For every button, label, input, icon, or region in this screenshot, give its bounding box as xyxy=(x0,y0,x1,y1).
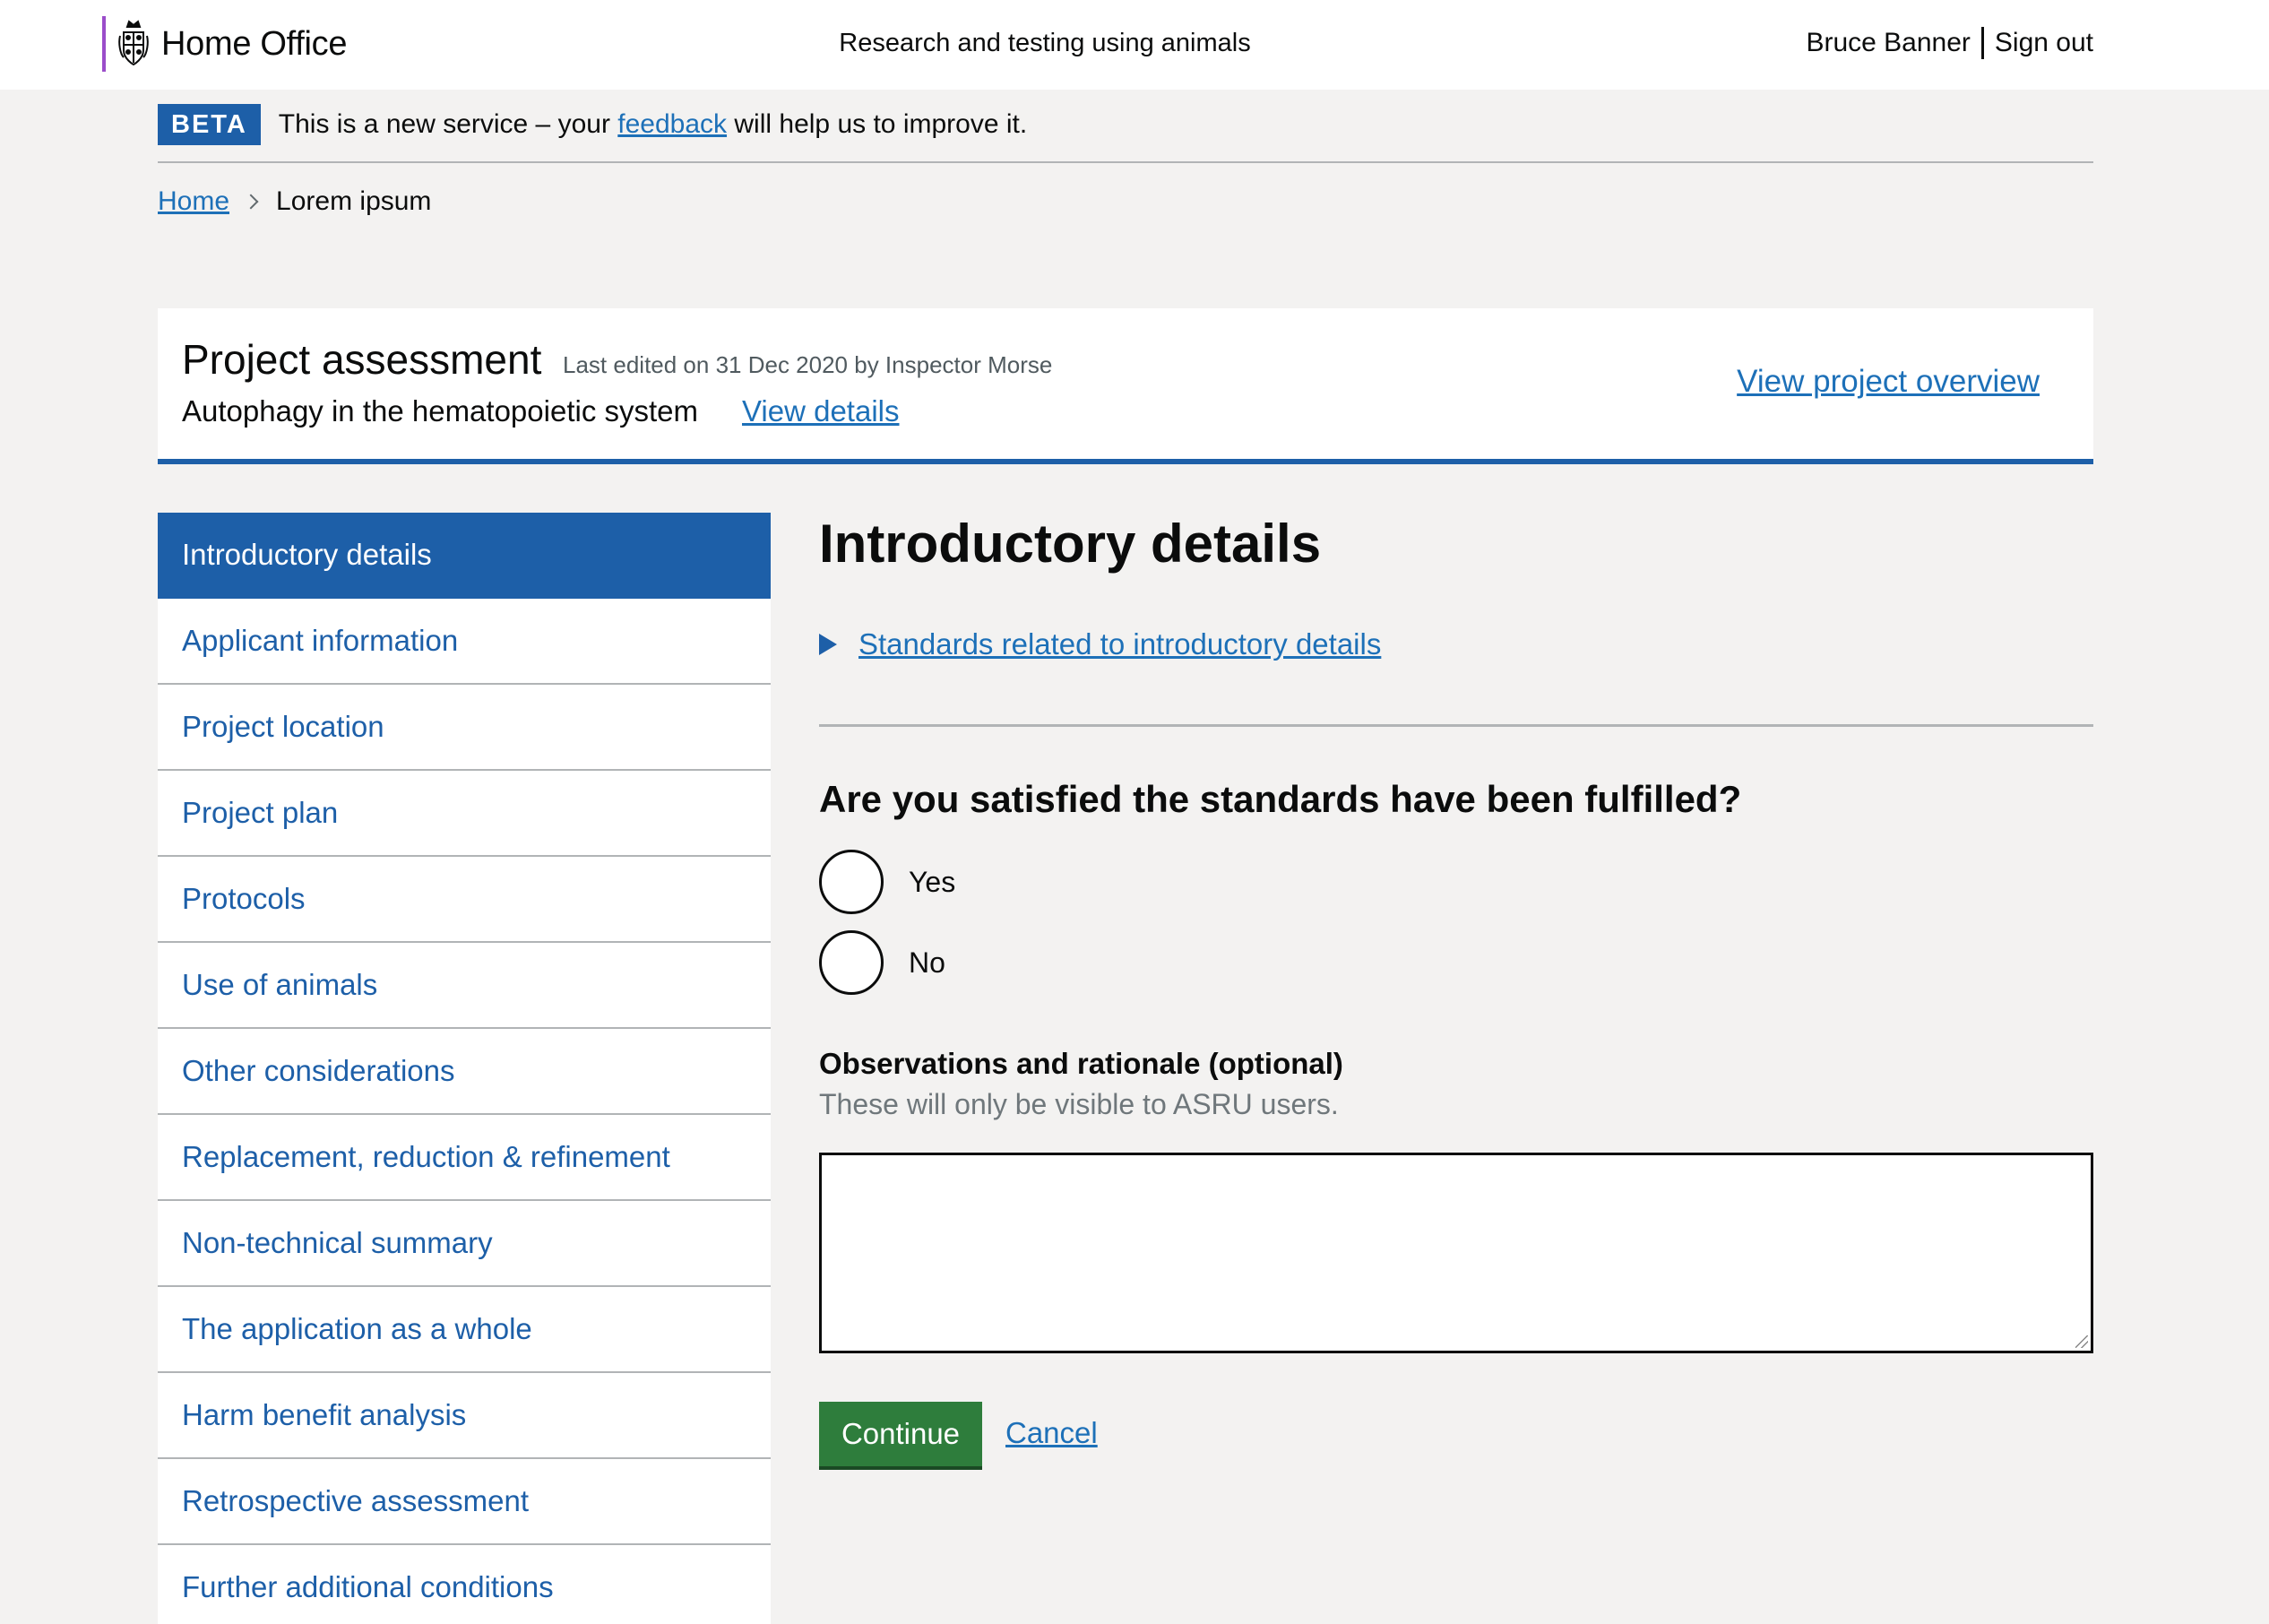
project-name: Autophagy in the hematopoietic system xyxy=(182,394,699,428)
continue-button[interactable]: Continue xyxy=(819,1402,982,1466)
breadcrumb: Home Lorem ipsum xyxy=(158,186,431,217)
observations-textarea[interactable] xyxy=(819,1153,2093,1353)
beta-message: This is a new service – your feedback wi… xyxy=(279,104,1027,145)
nav-item-applicant-information[interactable]: Applicant information xyxy=(158,599,771,685)
standards-question: Are you satisfied the standards have bee… xyxy=(819,778,1742,820)
user-account: Bruce Banner Sign out xyxy=(1806,27,2093,59)
nav-item-protocols[interactable]: Protocols xyxy=(158,857,771,943)
standards-details-toggle[interactable]: Standards related to introductory detail… xyxy=(819,627,1381,661)
radio-yes[interactable]: Yes xyxy=(819,850,955,914)
view-project-overview-link[interactable]: View project overview xyxy=(1737,364,2040,400)
triangle-right-icon xyxy=(819,634,837,655)
beta-banner: BETA This is a new service – your feedba… xyxy=(158,104,2093,163)
cancel-link[interactable]: Cancel xyxy=(1005,1416,1098,1450)
site-header: Home Office Research and testing using a… xyxy=(0,0,2269,90)
observations-label: Observations and rationale (optional) xyxy=(819,1047,1343,1080)
feedback-link[interactable]: feedback xyxy=(617,109,727,139)
page-title: Project assessment xyxy=(182,336,542,383)
nav-item-further-additional-conditions[interactable]: Further additional conditions xyxy=(158,1545,771,1624)
breadcrumb-current: Lorem ipsum xyxy=(276,186,432,216)
nav-item-project-plan[interactable]: Project plan xyxy=(158,771,771,857)
nav-item-harm-benefit-analysis[interactable]: Harm benefit analysis xyxy=(158,1373,771,1459)
observations-hint: These will only be visible to ASRU users… xyxy=(819,1088,1339,1120)
nav-item-other-considerations[interactable]: Other considerations xyxy=(158,1029,771,1115)
section-nav: Introductory details Applicant informati… xyxy=(158,513,771,1624)
nav-item-use-of-animals[interactable]: Use of animals xyxy=(158,943,771,1029)
radio-no-button[interactable] xyxy=(819,930,884,995)
view-details-link[interactable]: View details xyxy=(742,394,900,428)
radio-no-label: No xyxy=(909,946,945,979)
beta-message-after: will help us to improve it. xyxy=(734,109,1028,139)
section-divider xyxy=(819,724,2093,727)
project-header-card: Project assessment Last edited on 31 Dec… xyxy=(158,308,2093,464)
resize-handle-icon[interactable] xyxy=(2075,1335,2088,1348)
service-name[interactable]: Research and testing using animals xyxy=(0,29,2090,58)
radio-no[interactable]: No xyxy=(819,930,945,995)
breadcrumb-home-link[interactable]: Home xyxy=(158,186,229,217)
standards-link[interactable]: Standards related to introductory detail… xyxy=(858,627,1381,661)
radio-yes-button[interactable] xyxy=(819,850,884,914)
nav-item-non-technical-summary[interactable]: Non-technical summary xyxy=(158,1201,771,1287)
nav-item-replacement-reduction-refinement[interactable]: Replacement, reduction & refinement xyxy=(158,1115,771,1201)
nav-item-retrospective-assessment[interactable]: Retrospective assessment xyxy=(158,1459,771,1545)
nav-item-project-location[interactable]: Project location xyxy=(158,685,771,771)
beta-message-before: This is a new service – your xyxy=(278,109,610,139)
chevron-right-icon xyxy=(243,194,259,210)
user-name: Bruce Banner xyxy=(1806,28,1971,57)
section-heading: Introductory details xyxy=(819,514,1322,574)
last-edited-text: Last edited on 31 Dec 2020 by Inspector … xyxy=(563,351,1053,378)
sign-out-link[interactable]: Sign out xyxy=(1995,28,2093,58)
nav-item-introductory-details[interactable]: Introductory details xyxy=(158,513,771,599)
user-divider xyxy=(1980,27,1984,59)
nav-item-application-as-whole[interactable]: The application as a whole xyxy=(158,1287,771,1373)
beta-tag: BETA xyxy=(158,104,261,145)
radio-yes-label: Yes xyxy=(909,865,956,898)
